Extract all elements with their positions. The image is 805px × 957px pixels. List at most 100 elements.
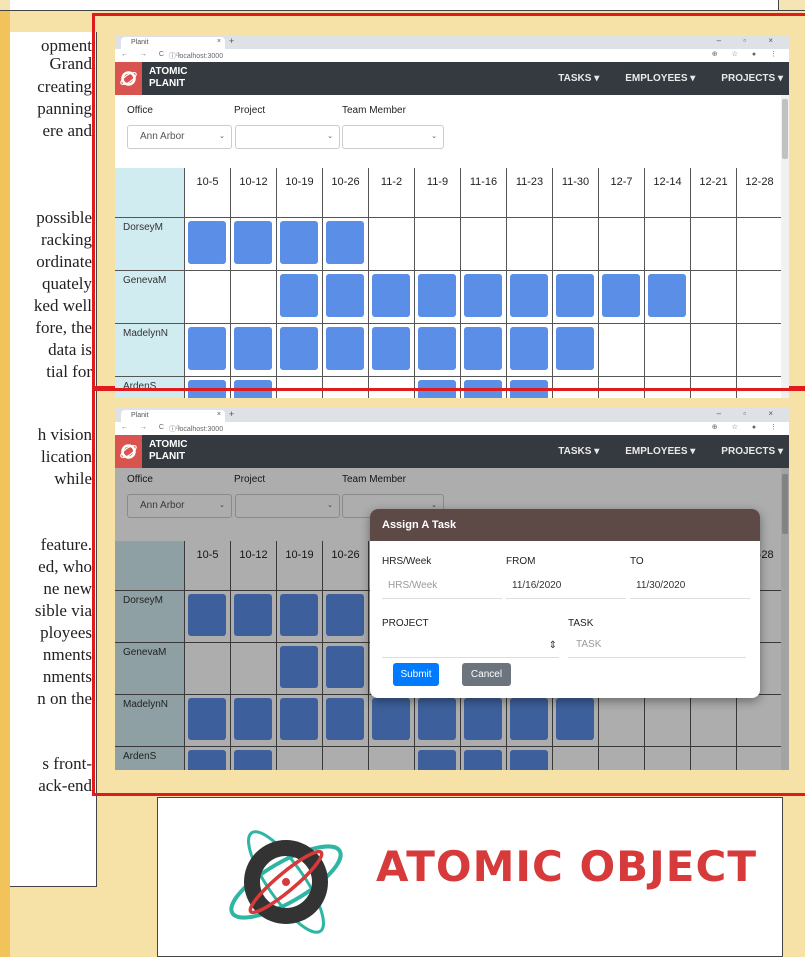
schedule-cell[interactable] [691, 324, 737, 377]
planit-logo-icon[interactable] [115, 435, 142, 468]
new-tab-button[interactable]: + [229, 36, 234, 46]
employee-cell[interactable]: DorseyM [115, 218, 185, 271]
text-fragment: nments [42, 667, 92, 686]
browser-tools[interactable]: ⊕ ☆ ● ⋮ [712, 50, 783, 58]
article-text-column: opment Grand creating panning ere and po… [10, 32, 97, 887]
assignment-block[interactable] [326, 274, 364, 317]
address-bar: ← → C ⌂ ⓘ localhost:3000 ⊕ ☆ ● ⋮ [115, 49, 789, 63]
week-header: 12-7 [599, 168, 645, 218]
assignment-block[interactable] [556, 327, 594, 370]
assignment-block[interactable] [326, 221, 364, 264]
assignment-block[interactable] [280, 274, 318, 317]
nav-employees[interactable]: EMPLOYEES ▾ [625, 446, 695, 457]
hrs-week-input[interactable]: HRS/Week [382, 580, 502, 599]
browser-tab[interactable]: Planit × [121, 37, 225, 49]
office-select[interactable]: Ann Arbor ⌄ [127, 125, 232, 149]
project-dropdown[interactable]: ⇕ [382, 639, 559, 658]
project-field-label: PROJECT [382, 618, 429, 629]
text-fragment: opment [41, 36, 92, 55]
atomic-object-logo-card: ATOMIC OBJECT [157, 797, 783, 957]
schedule-cell[interactable] [691, 271, 737, 324]
nav-tasks[interactable]: TASKS ▾ [558, 446, 599, 457]
schedule-grid: 10-510-1210-1910-2611-211-911-1611-2311-… [115, 168, 783, 398]
assignment-block[interactable] [280, 327, 318, 370]
browser-window-2: Planit × + – ▫ × ← → C ⌂ ⓘ localhost:300… [115, 408, 789, 770]
schedule-cell[interactable] [553, 218, 599, 271]
nav-tasks[interactable]: TASKS ▾ [558, 73, 599, 84]
assignment-block[interactable] [418, 274, 456, 317]
app-logo-text[interactable]: ATOMIC PLANIT [149, 66, 188, 90]
assignment-block[interactable] [464, 274, 502, 317]
assignment-block[interactable] [648, 274, 686, 317]
browser-tools[interactable]: ⊕ ☆ ● ⋮ [712, 423, 783, 431]
text-fragment: ployees [40, 623, 92, 642]
window-controls[interactable]: – ▫ × [717, 409, 783, 418]
text-fragment: feature. [40, 535, 92, 554]
project-label: Project [234, 105, 266, 116]
scrollbar[interactable] [781, 95, 789, 398]
url-field[interactable]: ⓘ localhost:3000 [169, 51, 223, 61]
assignment-block[interactable] [280, 221, 318, 264]
text-fragment: sible via [34, 601, 92, 620]
schedule-cell[interactable] [737, 218, 783, 271]
spinner-icon: ⇕ [548, 640, 557, 651]
text-fragment: ne new [43, 579, 92, 598]
schedule-cell[interactable] [645, 324, 691, 377]
from-date-input[interactable]: 11/16/2020 [506, 580, 626, 599]
schedule-cell[interactable] [461, 218, 507, 271]
schedule-cell[interactable] [737, 271, 783, 324]
modal-title: Assign A Task [382, 519, 457, 531]
schedule-cell[interactable] [599, 218, 645, 271]
assignment-block[interactable] [372, 274, 410, 317]
employee-cell[interactable]: GenevaM [115, 271, 185, 324]
schedule-cell[interactable] [369, 218, 415, 271]
address-bar: ← → C ⌂ ⓘ localhost:3000 ⊕ ☆ ● ⋮ [115, 422, 789, 436]
assignment-block[interactable] [188, 221, 226, 264]
browser-tab-strip: Planit × + – ▫ × [115, 408, 789, 422]
schedule-cell[interactable] [507, 218, 553, 271]
close-tab-icon[interactable]: × [217, 38, 221, 45]
assignment-block[interactable] [418, 327, 456, 370]
week-header: 12-28 [737, 168, 783, 218]
close-tab-icon[interactable]: × [217, 411, 221, 418]
nav-employees[interactable]: EMPLOYEES ▾ [625, 73, 695, 84]
text-fragment: ed, who [38, 557, 92, 576]
schedule-cell[interactable] [737, 324, 783, 377]
window-controls[interactable]: – ▫ × [717, 36, 783, 45]
to-date-input[interactable]: 11/30/2020 [630, 580, 750, 599]
assignment-block[interactable] [372, 327, 410, 370]
assignment-block[interactable] [510, 327, 548, 370]
assignment-block[interactable] [234, 221, 272, 264]
url-field[interactable]: ⓘ localhost:3000 [169, 424, 223, 434]
assignment-block[interactable] [602, 274, 640, 317]
schedule-cell[interactable] [185, 271, 231, 324]
chevron-down-icon: ⌄ [327, 133, 333, 140]
nav-projects[interactable]: PROJECTS ▾ [721, 73, 783, 84]
new-tab-button[interactable]: + [229, 409, 234, 419]
planit-logo-icon[interactable] [115, 62, 142, 95]
assignment-block[interactable] [326, 327, 364, 370]
assignment-block[interactable] [510, 274, 548, 317]
cancel-button[interactable]: Cancel [462, 663, 511, 686]
submit-button[interactable]: Submit [393, 663, 439, 686]
schedule-cell[interactable] [691, 218, 737, 271]
tab-title: Planit [131, 39, 149, 46]
app-logo-text[interactable]: ATOMIC PLANIT [149, 439, 188, 463]
task-input[interactable]: TASK [568, 639, 746, 658]
schedule-cell[interactable] [231, 271, 277, 324]
team-member-label: Team Member [342, 105, 406, 116]
schedule-cell[interactable] [599, 324, 645, 377]
team-member-select[interactable]: ⌄ [342, 125, 444, 149]
assignment-block[interactable] [234, 327, 272, 370]
nav-projects[interactable]: PROJECTS ▾ [721, 446, 783, 457]
assignment-block[interactable] [188, 327, 226, 370]
app-navbar: ATOMIC PLANIT TASKS ▾ EMPLOYEES ▾ PROJECTS … [115, 62, 789, 95]
employee-cell[interactable]: MadelynN [115, 324, 185, 377]
project-select[interactable]: ⌄ [235, 125, 340, 149]
assignment-block[interactable] [556, 274, 594, 317]
scroll-thumb[interactable] [782, 99, 788, 159]
schedule-cell[interactable] [645, 218, 691, 271]
schedule-cell[interactable] [415, 218, 461, 271]
assignment-block[interactable] [464, 327, 502, 370]
browser-tab[interactable]: Planit × [121, 410, 225, 422]
